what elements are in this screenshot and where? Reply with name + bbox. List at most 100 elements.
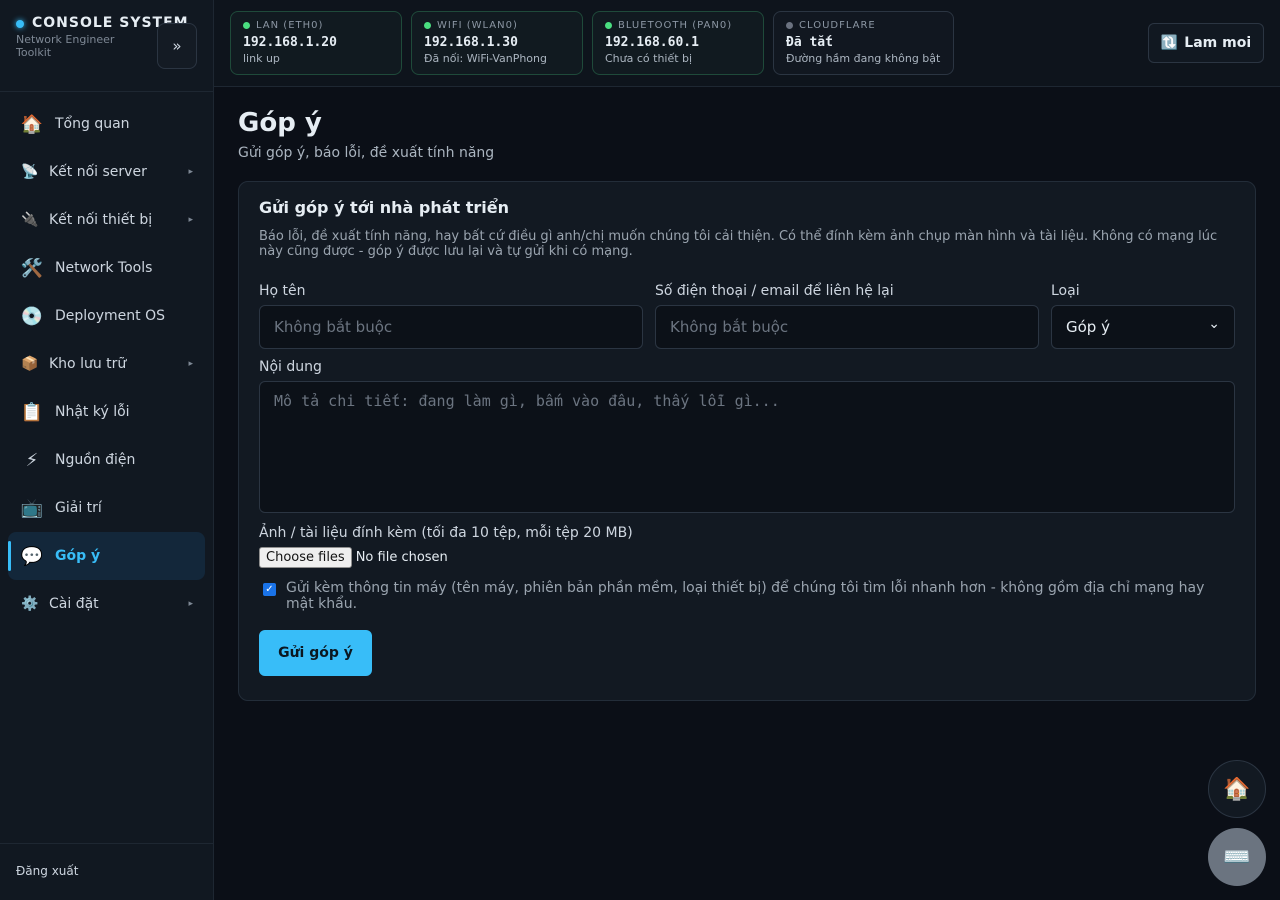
sidebar-item-storage[interactable]: 📦 Kho lưu trữ ▸	[8, 340, 205, 388]
refresh-icon: 🔃	[1160, 35, 1179, 51]
content-textarea[interactable]	[259, 381, 1235, 513]
double-chevron-right-icon: »	[172, 37, 182, 55]
status-led-icon	[786, 22, 793, 29]
gear-icon: ⚙️	[21, 596, 39, 612]
sidebar-item-feedback[interactable]: 💬 Góp ý	[8, 532, 205, 580]
type-label: Loại	[1051, 283, 1080, 299]
include-info-label: Gửi kèm thông tin máy (tên máy, phiên bả…	[286, 580, 1205, 612]
expand-arrow-icon: ▸	[188, 359, 193, 369]
sidebar-item-settings[interactable]: ⚙️ Cài đặt ▸	[8, 580, 205, 628]
brand-subtitle: Network Engineer Toolkit	[16, 33, 115, 59]
sidebar-item-overview[interactable]: 🏠 Tổng quan	[8, 100, 205, 148]
sidebar-item-entertainment[interactable]: 📺 Giải trí	[8, 484, 205, 532]
feedback-card: Gửi góp ý tới nhà phát triển Báo lỗi, đề…	[238, 181, 1256, 701]
net-card-header: LAN (ETH0)	[243, 20, 389, 31]
sidebar-item-label: Kết nối thiết bị	[49, 212, 153, 228]
topbar: LAN (ETH0) 192.168.1.20 link up WIFI (WL…	[214, 0, 1280, 87]
contact-input[interactable]	[655, 305, 1039, 349]
status-led-icon	[605, 22, 612, 29]
package-icon: 📦	[21, 356, 39, 372]
net-card-name: CLOUDFLARE	[799, 20, 876, 31]
sidebar-item-label: Kết nối server	[49, 164, 147, 180]
net-card-wifi: WIFI (WLAN0) 192.168.1.30 Đã nối: WiFi-V…	[411, 11, 583, 75]
speech-bubble-icon: 💬	[20, 545, 44, 567]
name-label: Họ tên	[259, 283, 306, 299]
sidebar-item-label: Nhật ký lỗi	[55, 404, 130, 420]
choose-files-button[interactable]: Choose files	[259, 547, 352, 568]
tv-icon: 📺	[20, 497, 44, 519]
sidebar-item-label: Network Tools	[55, 260, 153, 276]
contact-row: Họ tên Số điện thoại / email để liên hệ …	[259, 283, 1235, 349]
floating-keyboard-button[interactable]: ⌨️	[1208, 828, 1266, 886]
status-led-icon	[243, 22, 250, 29]
contact-field-group: Số điện thoại / email để liên hệ lại	[655, 283, 1039, 349]
type-field-group: Loại Góp ý ⌄	[1051, 283, 1235, 349]
home-icon: 🏠	[1223, 776, 1251, 802]
brand: CONSOLE SYSTEM Network Engineer Toolkit …	[0, 0, 213, 92]
net-card-header: CLOUDFLARE	[786, 20, 941, 31]
sidebar-item-label: Giải trí	[55, 500, 102, 516]
net-card-status: Chưa có thiết bị	[605, 52, 693, 65]
satellite-icon: 📡	[21, 164, 39, 180]
submit-feedback-button[interactable]: Gửi góp ý	[259, 630, 372, 676]
disc-icon: 💿	[20, 305, 44, 327]
keyboard-icon: ⌨️	[1223, 844, 1251, 870]
sidebar-item-label: Kho lưu trữ	[49, 356, 127, 372]
net-card-status: Đường hầm đang không bật	[786, 52, 941, 65]
net-card-name: WIFI (WLAN0)	[437, 20, 518, 31]
tools-icon: 🛠️	[20, 257, 44, 279]
sidebar-nav: 🏠 Tổng quan 📡 Kết nối server ▸ 🔌 Kết nối…	[0, 92, 213, 628]
content-label: Nội dung	[259, 359, 322, 375]
net-card-value: 192.168.1.30	[424, 35, 518, 50]
lightning-icon: ⚡	[25, 449, 39, 471]
type-select-value: Góp ý	[1066, 318, 1110, 336]
expand-arrow-icon: ▸	[188, 167, 193, 177]
status-led-icon	[424, 22, 431, 29]
net-card-value: 192.168.1.20	[243, 35, 337, 50]
expand-arrow-icon: ▸	[188, 599, 193, 609]
net-card-header: WIFI (WLAN0)	[424, 20, 570, 31]
sidebar-item-label: Cài đặt	[49, 596, 99, 612]
file-picker: Choose files No file chosen	[259, 547, 1235, 568]
net-card-status: Đã nối: WiFi-VanPhong	[424, 52, 547, 65]
refresh-label: Lam moi	[1184, 35, 1252, 51]
clipboard-icon: 📋	[20, 401, 44, 423]
net-card-cloudflare: CLOUDFLARE Đã tắt Đường hầm đang không b…	[773, 11, 954, 75]
sidebar-item-power[interactable]: ⚡ Nguồn điện	[8, 436, 205, 484]
expand-arrow-icon: ▸	[188, 215, 193, 225]
contact-label: Số điện thoại / email để liên hệ lại	[655, 283, 894, 299]
net-card-name: BLUETOOTH (PAN0)	[618, 20, 733, 31]
net-card-status: link up	[243, 52, 280, 65]
chevron-down-icon: ⌄	[1208, 316, 1220, 332]
sidebar-item-server-connect[interactable]: 📡 Kết nối server ▸	[8, 148, 205, 196]
feedback-card-description: Báo lỗi, đề xuất tính năng, hay bất cứ đ…	[259, 229, 1218, 259]
include-info-row: ✓ Gửi kèm thông tin máy (tên máy, phiên …	[259, 580, 1235, 612]
sidebar-collapse-button[interactable]: »	[157, 23, 197, 69]
sidebar-item-deployment-os[interactable]: 💿 Deployment OS	[8, 292, 205, 340]
sidebar-item-label: Deployment OS	[55, 308, 165, 324]
net-card-value: Đã tắt	[786, 35, 833, 50]
net-card-name: LAN (ETH0)	[256, 20, 324, 31]
include-info-checkbox[interactable]: ✓	[263, 583, 276, 596]
main-content: Góp ý Gửi góp ý, báo lỗi, đề xuất tính n…	[238, 87, 1256, 701]
logout-link[interactable]: Đăng xuất	[16, 864, 78, 878]
plug-icon: 🔌	[21, 212, 39, 228]
sidebar-item-device-connect[interactable]: 🔌 Kết nối thiết bị ▸	[8, 196, 205, 244]
status-dot-icon	[16, 20, 24, 28]
sidebar-item-error-log[interactable]: 📋 Nhật ký lỗi	[8, 388, 205, 436]
name-field-group: Họ tên	[259, 283, 643, 349]
refresh-button[interactable]: 🔃 Lam moi	[1148, 23, 1264, 63]
file-status: No file chosen	[355, 550, 448, 565]
sidebar-footer: Đăng xuất	[0, 843, 213, 900]
sidebar-item-network-tools[interactable]: 🛠️ Network Tools	[8, 244, 205, 292]
floating-home-button[interactable]: 🏠	[1208, 760, 1266, 818]
type-select[interactable]: Góp ý ⌄	[1051, 305, 1235, 349]
net-card-value: 192.168.60.1	[605, 35, 699, 50]
net-card-header: BLUETOOTH (PAN0)	[605, 20, 751, 31]
sidebar: CONSOLE SYSTEM Network Engineer Toolkit …	[0, 0, 214, 900]
attachment-label: Ảnh / tài liệu đính kèm (tối đa 10 tệp, …	[259, 525, 633, 541]
name-input[interactable]	[259, 305, 643, 349]
sidebar-item-label: Tổng quan	[55, 116, 130, 132]
sidebar-item-label: Góp ý	[55, 548, 101, 564]
page-title: Góp ý	[238, 108, 322, 138]
